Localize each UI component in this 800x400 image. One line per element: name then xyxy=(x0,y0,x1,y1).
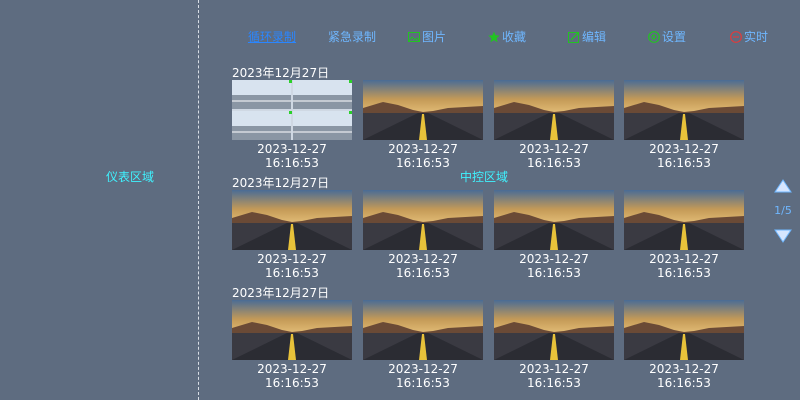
tab-pictures[interactable]: 图片 xyxy=(408,28,446,45)
tab-bar: 循环录制 紧急录制 图片 收藏 编辑 设置 实时 xyxy=(240,28,800,44)
thumbnail-timestamp: 2023-12-27 16:16:53 xyxy=(649,142,719,170)
video-thumbnail[interactable]: 2023-12-27 16:16:53 xyxy=(624,300,744,390)
thumbnail-image-road xyxy=(363,300,483,360)
thumbnail-timestamp: 2023-12-27 16:16:53 xyxy=(257,362,327,390)
thumbnail-image-road xyxy=(494,80,614,140)
thumbnail-image-road xyxy=(363,80,483,140)
thumbnail-timestamp: 2023-12-27 16:16:53 xyxy=(649,252,719,280)
thumbnail-grid: 2023-12-27 16:16:53 2023-12-27 16:16:53 xyxy=(232,300,752,392)
video-thumbnail[interactable]: 2023-12-27 16:16:53 xyxy=(494,80,614,170)
video-thumbnail[interactable]: 2023-12-27 16:16:53 xyxy=(494,190,614,280)
tab-loop-recording[interactable]: 循环录制 xyxy=(248,28,296,45)
tab-edit-label: 编辑 xyxy=(582,30,607,44)
thumbnail-image-road xyxy=(494,300,614,360)
pager: 1/5 xyxy=(770,178,796,248)
section-date: 2023年12月27日 xyxy=(232,66,330,80)
tab-live[interactable]: 实时 xyxy=(730,28,768,45)
tab-edit[interactable]: 编辑 xyxy=(568,28,606,45)
thumbnail-timestamp: 2023-12-27 16:16:53 xyxy=(388,142,458,170)
section-date: 2023年12月27日 xyxy=(232,286,330,300)
settings-icon xyxy=(648,30,660,43)
thumbnail-timestamp: 2023-12-27 16:16:53 xyxy=(388,362,458,390)
tab-pictures-label: 图片 xyxy=(422,30,447,44)
tab-favorites-label: 收藏 xyxy=(502,30,527,44)
thumbnail-image-road xyxy=(624,190,744,250)
video-thumbnail[interactable]: 2023-12-27 16:16:53 xyxy=(624,80,744,170)
thumbnail-image-road xyxy=(494,190,614,250)
instrument-area-label: 仪表区域 xyxy=(105,170,154,184)
image-icon xyxy=(408,31,420,43)
video-thumbnail[interactable]: 2023-12-27 16:16:53 xyxy=(232,190,352,280)
thumbnail-grid: 2023-12-27 16:16:53 2023-12-27 16:16:53 xyxy=(232,190,752,282)
edit-icon xyxy=(568,31,580,43)
thumbnail-image-road xyxy=(624,300,744,360)
thumbnail-timestamp: 2023-12-27 16:16:53 xyxy=(388,252,458,280)
tab-settings[interactable]: 设置 xyxy=(648,28,686,45)
thumbnail-timestamp: 2023-12-27 16:16:53 xyxy=(519,142,589,170)
thumbnail-timestamp: 2023-12-27 16:16:53 xyxy=(519,362,589,390)
thumbnail-grid: 2023-12-27 16:16:53 2023-12-27 16:16:53 xyxy=(232,80,752,172)
video-thumbnail[interactable]: 2023-12-27 16:16:53 xyxy=(363,300,483,390)
thumbnail-timestamp: 2023-12-27 16:16:53 xyxy=(257,252,327,280)
video-thumbnail[interactable]: 2023-12-27 16:16:53 xyxy=(494,300,614,390)
tab-favorites[interactable]: 收藏 xyxy=(488,28,526,45)
page-indicator: 1/5 xyxy=(774,204,792,217)
tab-emergency-recording[interactable]: 紧急录制 xyxy=(328,28,376,45)
panel-divider xyxy=(198,0,199,400)
thumbnail-image-split xyxy=(232,80,352,140)
video-thumbnail[interactable]: 2023-12-27 16:16:53 xyxy=(363,80,483,170)
tab-settings-label: 设置 xyxy=(662,30,687,44)
video-thumbnail[interactable]: 2023-12-27 16:16:53 xyxy=(232,300,352,390)
thumbnail-image-road xyxy=(232,190,352,250)
page-down-button[interactable] xyxy=(774,228,792,243)
thumbnail-timestamp: 2023-12-27 16:16:53 xyxy=(257,142,327,170)
video-thumbnail[interactable]: 2023-12-27 16:16:53 xyxy=(232,80,352,170)
tab-live-label: 实时 xyxy=(744,30,769,44)
thumbnail-image-road xyxy=(232,300,352,360)
page-up-button[interactable] xyxy=(774,178,792,193)
star-icon xyxy=(488,31,500,43)
instrument-panel xyxy=(0,0,198,400)
tab-emergency-recording-label: 紧急录制 xyxy=(328,30,377,44)
thumbnail-timestamp: 2023-12-27 16:16:53 xyxy=(649,362,719,390)
thumbnail-timestamp: 2023-12-27 16:16:53 xyxy=(519,252,589,280)
video-thumbnail[interactable]: 2023-12-27 16:16:53 xyxy=(363,190,483,280)
tab-loop-recording-label: 循环录制 xyxy=(248,30,297,44)
thumbnail-image-road xyxy=(363,190,483,250)
thumbnail-image-road xyxy=(624,80,744,140)
video-thumbnail[interactable]: 2023-12-27 16:16:53 xyxy=(624,190,744,280)
section-date: 2023年12月27日 xyxy=(232,176,330,190)
live-icon xyxy=(730,30,742,43)
